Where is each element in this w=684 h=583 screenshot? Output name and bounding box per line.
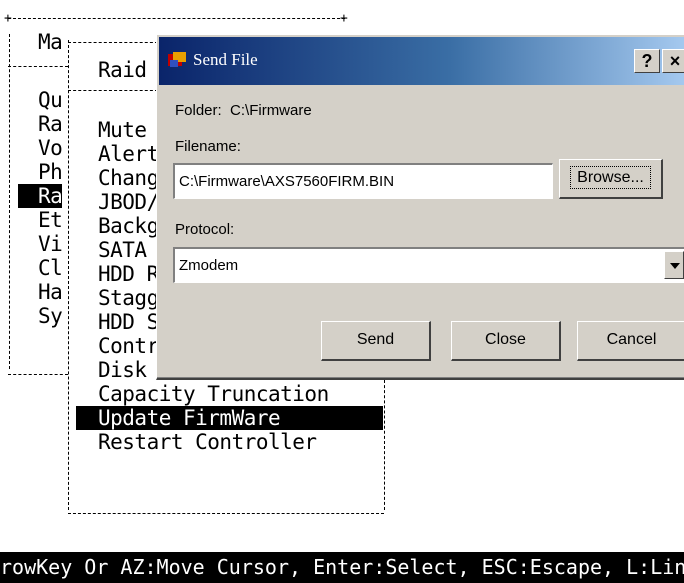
dialog-title: Send File — [193, 50, 258, 69]
dialog-titlebar[interactable]: Send File ? × — [159, 37, 684, 85]
submenu-item[interactable]: Restart Controller — [98, 430, 317, 454]
main-menu-item[interactable]: Ra — [38, 112, 63, 136]
folder-value: C:\Firmware — [230, 102, 312, 119]
submenu-header: Raid — [98, 58, 147, 82]
main-menu-item[interactable]: Vo — [38, 136, 63, 160]
submenu-item[interactable]: JBOD/ — [98, 190, 159, 214]
submenu-top-border — [68, 42, 158, 43]
help-button[interactable]: ? — [634, 49, 660, 73]
send-file-icon — [168, 52, 186, 67]
submenu-item[interactable]: HDD R — [98, 262, 159, 286]
main-menu-item[interactable]: Sy — [38, 304, 63, 328]
main-menu-item[interactable]: Cl — [38, 256, 63, 280]
corner-glyph: + — [4, 11, 12, 26]
submenu-item[interactable]: SATA — [98, 238, 147, 262]
filename-label: Filename: — [175, 138, 241, 155]
submenu-bottom-border — [68, 513, 384, 514]
send-file-dialog: Send File ? × Folder: C:\Firmware Filena… — [156, 34, 684, 380]
main-menu-item[interactable]: Qu — [38, 88, 63, 112]
browse-button[interactable]: Browse... — [559, 159, 663, 199]
submenu-left-border — [68, 40, 69, 510]
submenu-item[interactable]: Chang — [98, 166, 159, 190]
submenu-item[interactable]: Backg — [98, 214, 159, 238]
main-menu-header: Ma — [38, 30, 63, 54]
corner-glyph: + — [340, 11, 348, 26]
submenu-item[interactable]: Update FirmWare — [76, 406, 383, 430]
close-dialog-button[interactable]: Close — [451, 321, 561, 361]
submenu-right-border — [384, 380, 385, 510]
main-menu-item[interactable]: Ph — [38, 160, 63, 184]
filename-value: C:\Firmware\AXS7560FIRM.BIN — [179, 173, 395, 190]
main-menu-item[interactable]: Ha — [38, 280, 63, 304]
submenu-header-divider — [68, 90, 158, 91]
protocol-value: Zmodem — [179, 257, 239, 274]
close-button[interactable]: × — [662, 49, 684, 73]
main-menu-item[interactable]: Vi — [38, 232, 63, 256]
filename-input[interactable]: C:\Firmware\AXS7560FIRM.BIN — [173, 163, 553, 199]
submenu-item[interactable]: Alert — [98, 142, 159, 166]
main-menu-bottom-border — [8, 374, 68, 375]
send-button[interactable]: Send — [321, 321, 431, 361]
folder-label: Folder: C:\Firmware — [175, 102, 312, 119]
chevron-down-icon[interactable] — [664, 251, 684, 279]
status-bar: rowKey Or AZ:Move Cursor, Enter:Select, … — [0, 552, 684, 583]
submenu-item[interactable]: HDD S — [98, 310, 159, 334]
main-menu-divider — [8, 66, 68, 67]
main-menu-left-border — [9, 34, 10, 369]
submenu-item[interactable]: Stagg — [98, 286, 159, 310]
cancel-button[interactable]: Cancel — [577, 321, 684, 361]
protocol-select[interactable]: Zmodem — [173, 247, 684, 283]
main-menu-item[interactable]: Ra — [18, 184, 63, 208]
protocol-label: Protocol: — [175, 221, 235, 238]
main-menu-item[interactable]: Et — [38, 208, 63, 232]
submenu-item[interactable]: Capacity Truncation — [98, 382, 329, 406]
main-menu-top-border — [8, 18, 345, 19]
submenu-item[interactable]: Mute — [98, 118, 147, 142]
